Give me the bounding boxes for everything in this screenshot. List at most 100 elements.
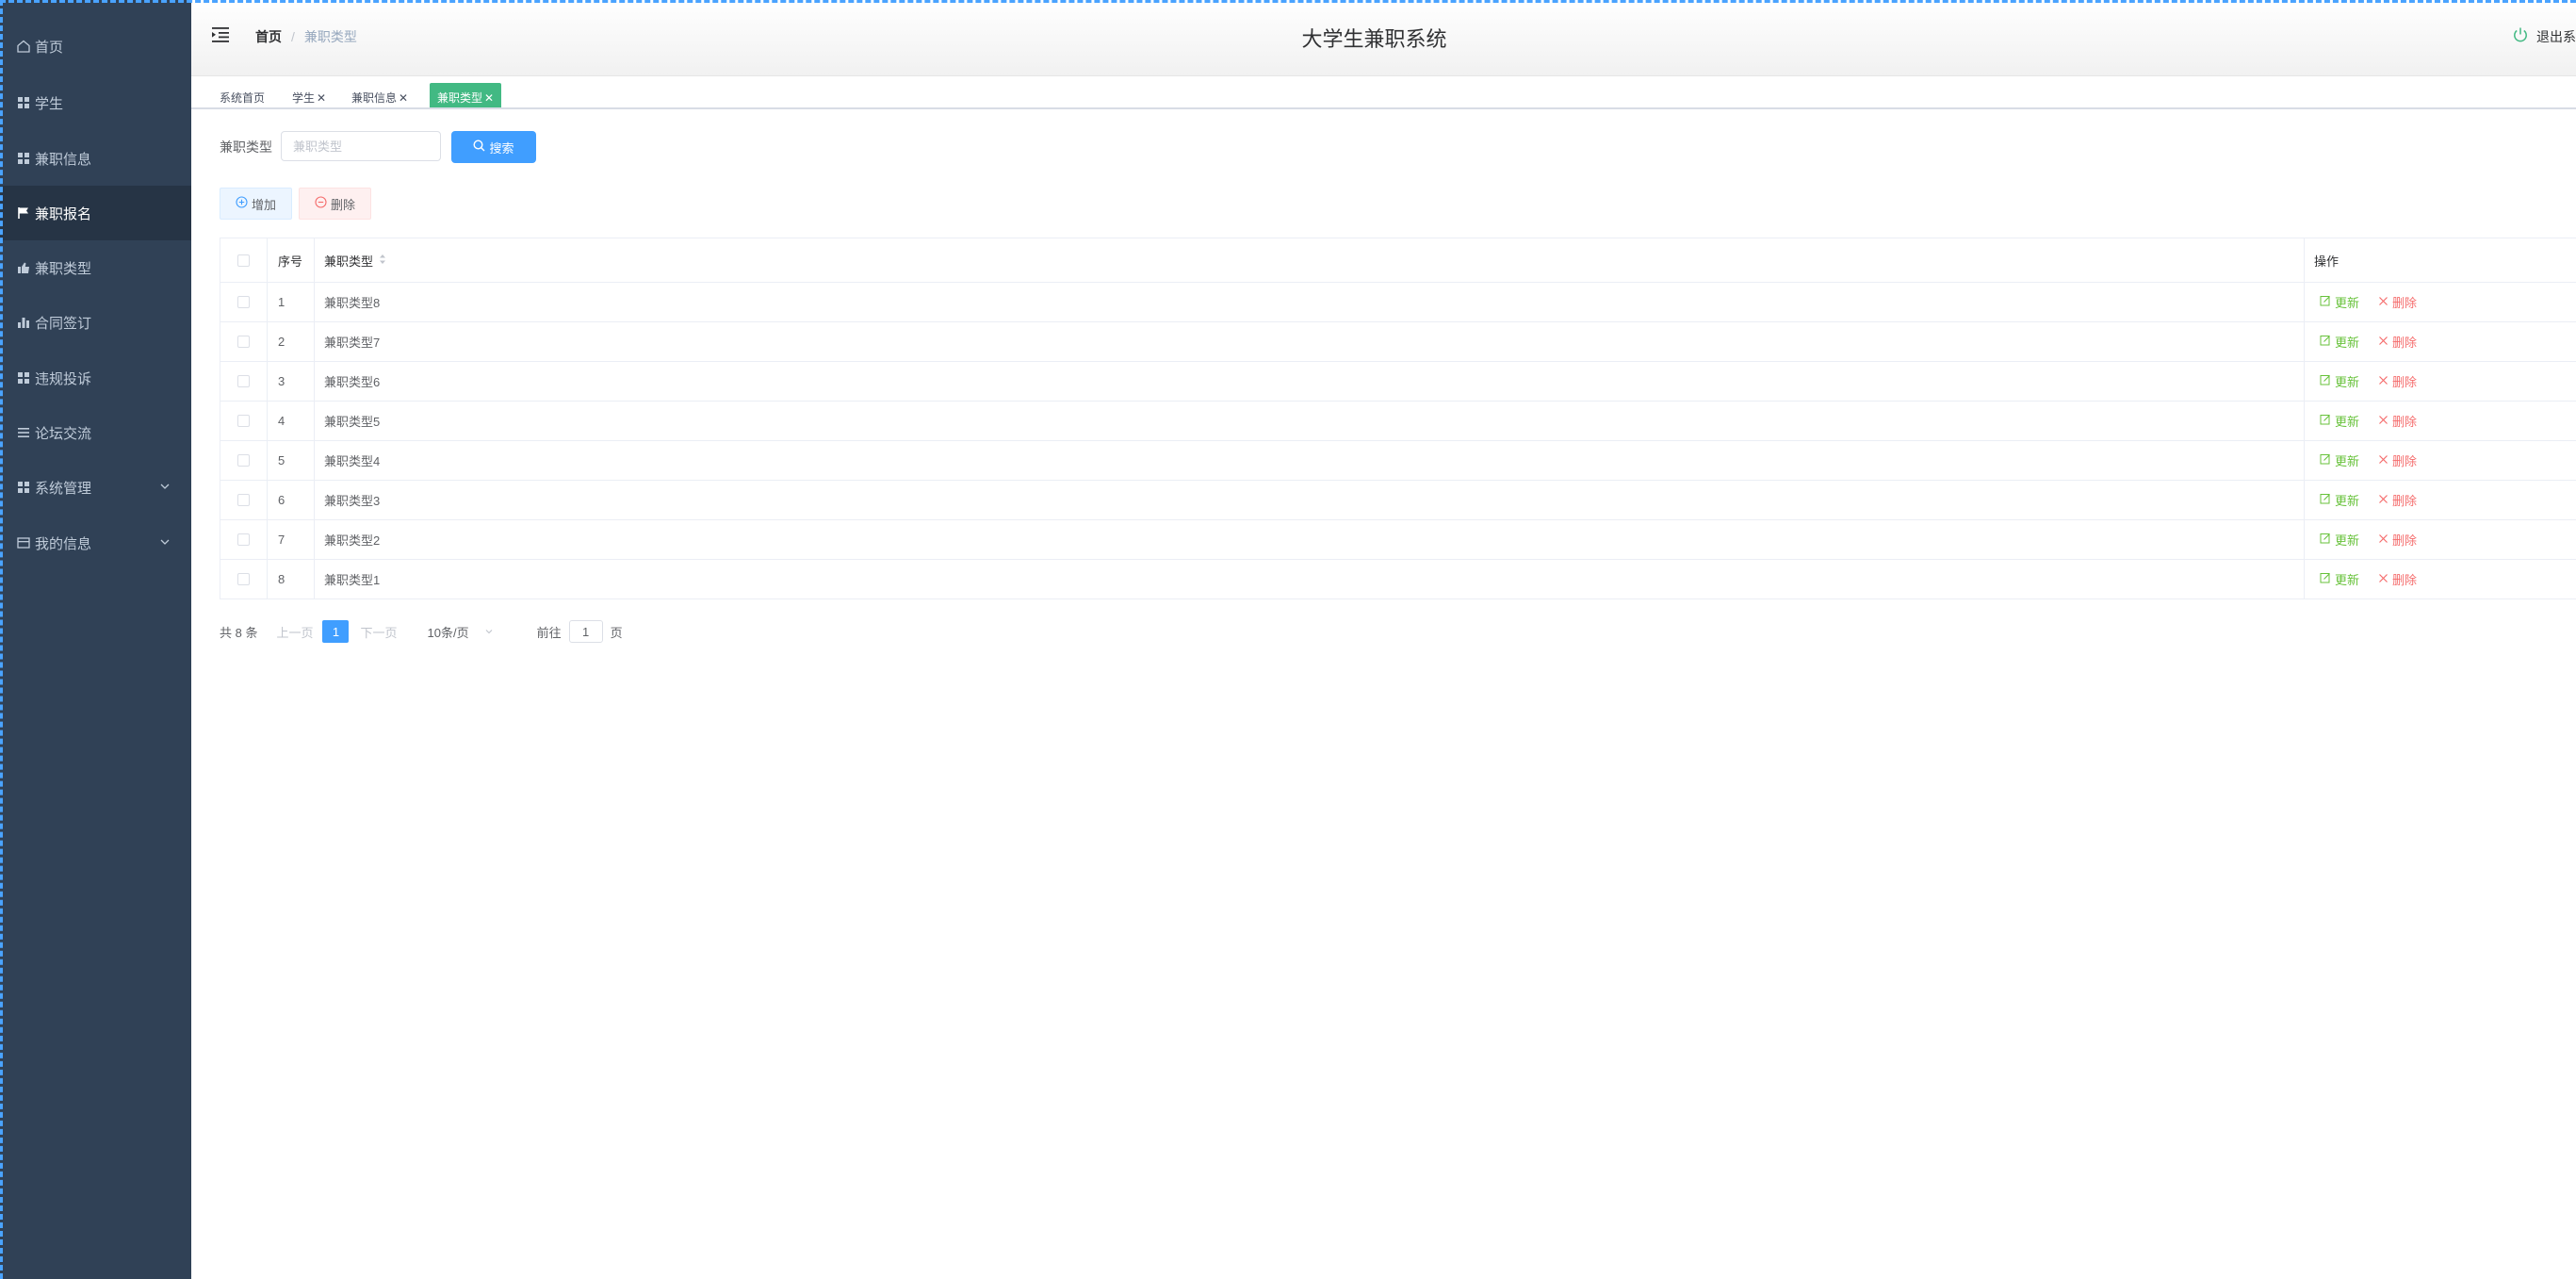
sidebar-item-system-manage[interactable]: 系统管理 [0, 460, 191, 515]
update-button[interactable]: 更新 [2320, 333, 2359, 351]
search-button[interactable]: 搜索 [451, 131, 536, 163]
row-checkbox[interactable] [237, 494, 250, 506]
row-index: 4 [268, 402, 315, 440]
delete-button[interactable]: 删除 [2378, 531, 2417, 549]
tag-label: 学生 [292, 91, 316, 105]
row-checkbox[interactable] [237, 336, 250, 348]
sidebar-item-contract[interactable]: 合同签订 [0, 295, 191, 350]
row-checkbox-cell [220, 520, 268, 559]
update-button[interactable]: 更新 [2320, 570, 2359, 588]
search-label: 兼职类型 [220, 139, 272, 155]
row-checkbox-cell [220, 441, 268, 480]
logout-button[interactable]: 退出系 [2512, 26, 2576, 46]
close-icon [2378, 533, 2392, 547]
update-button[interactable]: 更新 [2320, 491, 2359, 509]
delete-button[interactable]: 删除 [2378, 451, 2417, 469]
delete-button[interactable]: 删除 [2378, 412, 2417, 430]
edit-icon [2320, 533, 2335, 547]
page-jump-input[interactable] [568, 620, 603, 643]
row-type: 兼职类型5 [315, 402, 2305, 440]
page-title: 大学生兼职系统 [1301, 27, 1447, 51]
row-index: 3 [268, 362, 315, 401]
tag-job-info[interactable]: 兼职信息 ✕ [351, 83, 408, 107]
header-ops: 操作 [2305, 238, 2576, 282]
batch-delete-button[interactable]: 删除 [299, 188, 371, 220]
row-type-value: 兼职类型7 [324, 336, 381, 350]
row-index: 2 [268, 322, 315, 361]
tag-student[interactable]: 学生 ✕ [292, 83, 326, 107]
sidebar-item-job-signup[interactable]: 兼职报名 [0, 186, 191, 240]
delete-button[interactable]: 删除 [2378, 570, 2417, 588]
sidebar-item-my-info[interactable]: 我的信息 [0, 516, 191, 570]
row-checkbox-cell [220, 560, 268, 599]
delete-button[interactable]: 删除 [2378, 491, 2417, 509]
update-label: 更新 [2335, 336, 2360, 350]
chevron-down-icon [484, 625, 494, 639]
sidebar-item-forum[interactable]: 论坛交流 [0, 405, 191, 460]
select-all-checkbox[interactable] [237, 254, 250, 267]
edit-icon [2320, 374, 2335, 388]
header-type[interactable]: 兼职类型 [315, 238, 2305, 282]
sidebar-item-home[interactable]: 首页 [0, 19, 191, 74]
grid-icon [16, 95, 31, 110]
flag-icon [16, 205, 31, 221]
update-button[interactable]: 更新 [2320, 412, 2359, 430]
next-page-button[interactable]: 下一页 [360, 623, 397, 641]
sidebar-item-label: 兼职类型 [35, 260, 92, 277]
tag-job-type[interactable]: 兼职类型 ✕ [430, 83, 502, 107]
page-size-select[interactable]: 10条/页 [428, 623, 494, 641]
row-ops: 更新 删除 [2305, 322, 2576, 361]
delete-button[interactable]: 删除 [2378, 333, 2417, 351]
thumb-up-icon [16, 260, 31, 275]
update-button[interactable]: 更新 [2320, 531, 2359, 549]
search-icon [473, 139, 489, 155]
card-icon [16, 535, 31, 550]
row-checkbox[interactable] [237, 454, 250, 467]
tag-system-home[interactable]: 系统首页 [220, 83, 265, 107]
close-icon[interactable]: ✕ [399, 91, 408, 105]
row-index: 7 [268, 520, 315, 559]
add-button[interactable]: 增加 [220, 188, 292, 220]
row-ops: 更新 删除 [2305, 481, 2576, 519]
row-checkbox[interactable] [237, 573, 250, 585]
home-icon [16, 39, 31, 54]
table-row: 7 兼职类型2 更新 删除 [220, 520, 2576, 560]
row-ops: 更新 删除 [2305, 560, 2576, 599]
update-label: 更新 [2335, 296, 2360, 310]
row-type-value: 兼职类型3 [324, 494, 381, 508]
table-row: 1 兼职类型8 更新 删除 [220, 283, 2576, 322]
delete-label: 删除 [2392, 454, 2418, 468]
header-index: 序号 [268, 238, 315, 282]
search-input[interactable] [281, 131, 441, 161]
close-icon[interactable]: ✕ [484, 91, 494, 105]
update-label: 更新 [2335, 415, 2360, 429]
delete-button[interactable]: 删除 [2378, 372, 2417, 390]
delete-button[interactable]: 删除 [2378, 293, 2417, 311]
update-button[interactable]: 更新 [2320, 293, 2359, 311]
close-icon[interactable]: ✕ [317, 91, 326, 105]
row-ops: 更新 删除 [2305, 441, 2576, 480]
close-icon [2378, 453, 2392, 467]
sidebar-item-label: 兼职报名 [35, 205, 92, 222]
page-number-1[interactable]: 1 [322, 620, 350, 643]
row-index: 8 [268, 560, 315, 599]
update-button[interactable]: 更新 [2320, 451, 2359, 469]
sort-icon[interactable] [379, 254, 386, 268]
prev-page-button[interactable]: 上一页 [276, 623, 313, 641]
update-button[interactable]: 更新 [2320, 372, 2359, 390]
jump-suffix: 页 [610, 625, 623, 640]
plus-circle-icon [236, 196, 248, 211]
sidebar-item-job-info[interactable]: 兼职信息 [0, 131, 191, 186]
table-row: 4 兼职类型5 更新 删除 [220, 402, 2576, 441]
sidebar-item-job-type[interactable]: 兼职类型 [0, 240, 191, 295]
row-checkbox[interactable] [237, 296, 250, 308]
row-checkbox[interactable] [237, 375, 250, 387]
add-button-label: 增加 [251, 197, 276, 212]
row-type-value: 兼职类型8 [324, 296, 381, 310]
row-checkbox[interactable] [237, 415, 250, 427]
delete-label: 删除 [2392, 336, 2418, 350]
row-checkbox[interactable] [237, 533, 250, 546]
sidebar-item-complaint[interactable]: 违规投诉 [0, 351, 191, 405]
sidebar-item-student[interactable]: 学生 [0, 75, 191, 130]
row-index-value: 5 [278, 453, 285, 467]
